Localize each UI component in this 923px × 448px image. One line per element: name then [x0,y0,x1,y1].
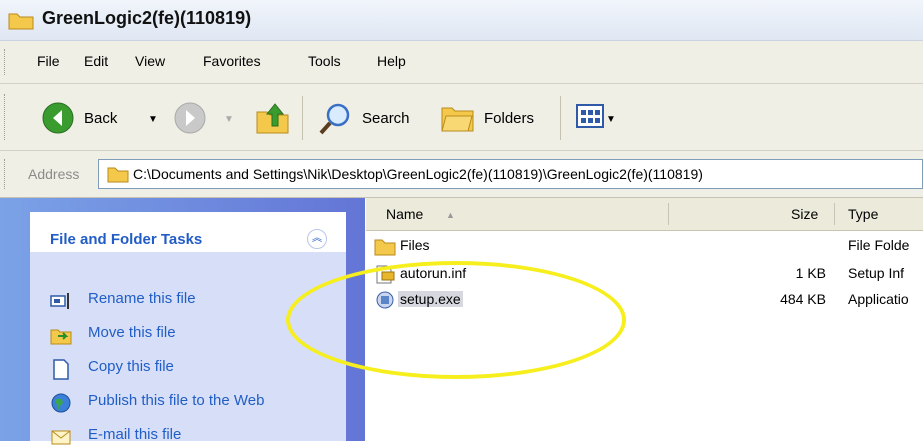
rename-icon [50,293,69,309]
globe-icon [51,393,71,413]
search-icon[interactable] [318,102,352,136]
toolbar-separator [560,96,561,140]
search-button[interactable]: Search [362,110,410,127]
task-label[interactable]: Rename this file [88,290,196,307]
folder-icon [374,239,396,256]
list-item-selected[interactable]: setup.exe 484 KB Applicatio [366,288,923,312]
file-list: Name ▲ Size Type Files File Folde autoru… [366,198,923,441]
toolbar-separator [302,96,303,140]
address-label: Address [28,166,80,182]
task-label[interactable]: Move this file [88,324,176,341]
file-name[interactable]: Files [400,237,430,253]
address-field[interactable]: C:\Documents and Settings\Nik\Desktop\Gr… [98,159,923,189]
task-panel-title: File and Folder Tasks [50,231,203,248]
copy-icon [53,359,69,380]
folder-icon [107,167,129,183]
file-folder-tasks-panel: File and Folder Tasks ︽ Rename this file… [30,212,346,445]
menu-edit[interactable]: Edit [84,53,108,69]
task-label[interactable]: E-mail this file [88,426,181,443]
back-arrow-icon[interactable] [42,102,74,134]
back-dropdown-icon[interactable]: ▼ [148,114,158,125]
address-path: C:\Documents and Settings\Nik\Desktop\Gr… [133,166,703,182]
address-bar: Address C:\Documents and Settings\Nik\De… [0,151,923,198]
column-divider[interactable] [668,203,669,225]
toolbar: Back ▼ ▼ Search Folders ▼ [0,84,923,151]
menu-favorites[interactable]: Favorites [203,53,261,69]
task-label[interactable]: Publish this file to the Web [88,392,264,409]
move-icon [50,329,72,345]
folder-icon [8,13,34,30]
sort-ascending-icon: ▲ [446,210,455,220]
file-type: Setup Inf [848,265,905,281]
column-name[interactable]: Name [386,206,423,222]
file-size: 484 KB [780,291,826,307]
file-type: File Folde [848,237,910,253]
file-type: Applicatio [848,291,909,307]
list-item[interactable]: Files File Folde [366,234,923,258]
column-header: Name ▲ Size Type [366,198,923,231]
views-icon[interactable] [576,104,604,128]
toolbar-grip[interactable] [4,94,8,140]
title-bar[interactable]: GreenLogic2(fe)(110819) [0,0,923,41]
menu-view[interactable]: View [135,53,165,69]
forward-dropdown-icon[interactable]: ▼ [224,114,234,125]
menu-bar: File Edit View Favorites Tools Help [0,41,923,84]
email-icon [51,430,71,445]
menubar-grip[interactable] [4,49,8,75]
column-type[interactable]: Type [848,206,878,222]
back-button[interactable]: Back [84,110,117,127]
file-name[interactable]: setup.exe [398,291,463,307]
task-label[interactable]: Copy this file [88,358,174,375]
folders-button[interactable]: Folders [484,110,534,127]
forward-arrow-icon[interactable] [174,102,206,134]
file-name[interactable]: autorun.inf [400,265,466,281]
addressbar-grip[interactable] [4,159,8,189]
up-folder-icon[interactable] [255,100,291,136]
window-title: GreenLogic2(fe)(110819) [42,8,252,28]
file-size: 1 KB [795,265,826,281]
task-panel-header[interactable]: File and Folder Tasks ︽ [30,212,346,252]
list-item[interactable]: autorun.inf 1 KB Setup Inf [366,262,923,286]
setup-info-icon [376,265,395,284]
menu-tools[interactable]: Tools [308,53,341,69]
collapse-chevron-icon[interactable]: ︽ [307,229,327,249]
application-icon [376,291,394,309]
task-pane: File and Folder Tasks ︽ Rename this file… [0,198,365,445]
menu-file[interactable]: File [37,53,60,69]
column-divider[interactable] [834,203,835,225]
menu-help[interactable]: Help [377,53,406,69]
views-dropdown-icon[interactable]: ▼ [606,114,616,125]
column-size[interactable]: Size [791,206,818,222]
folders-icon[interactable] [440,102,476,134]
